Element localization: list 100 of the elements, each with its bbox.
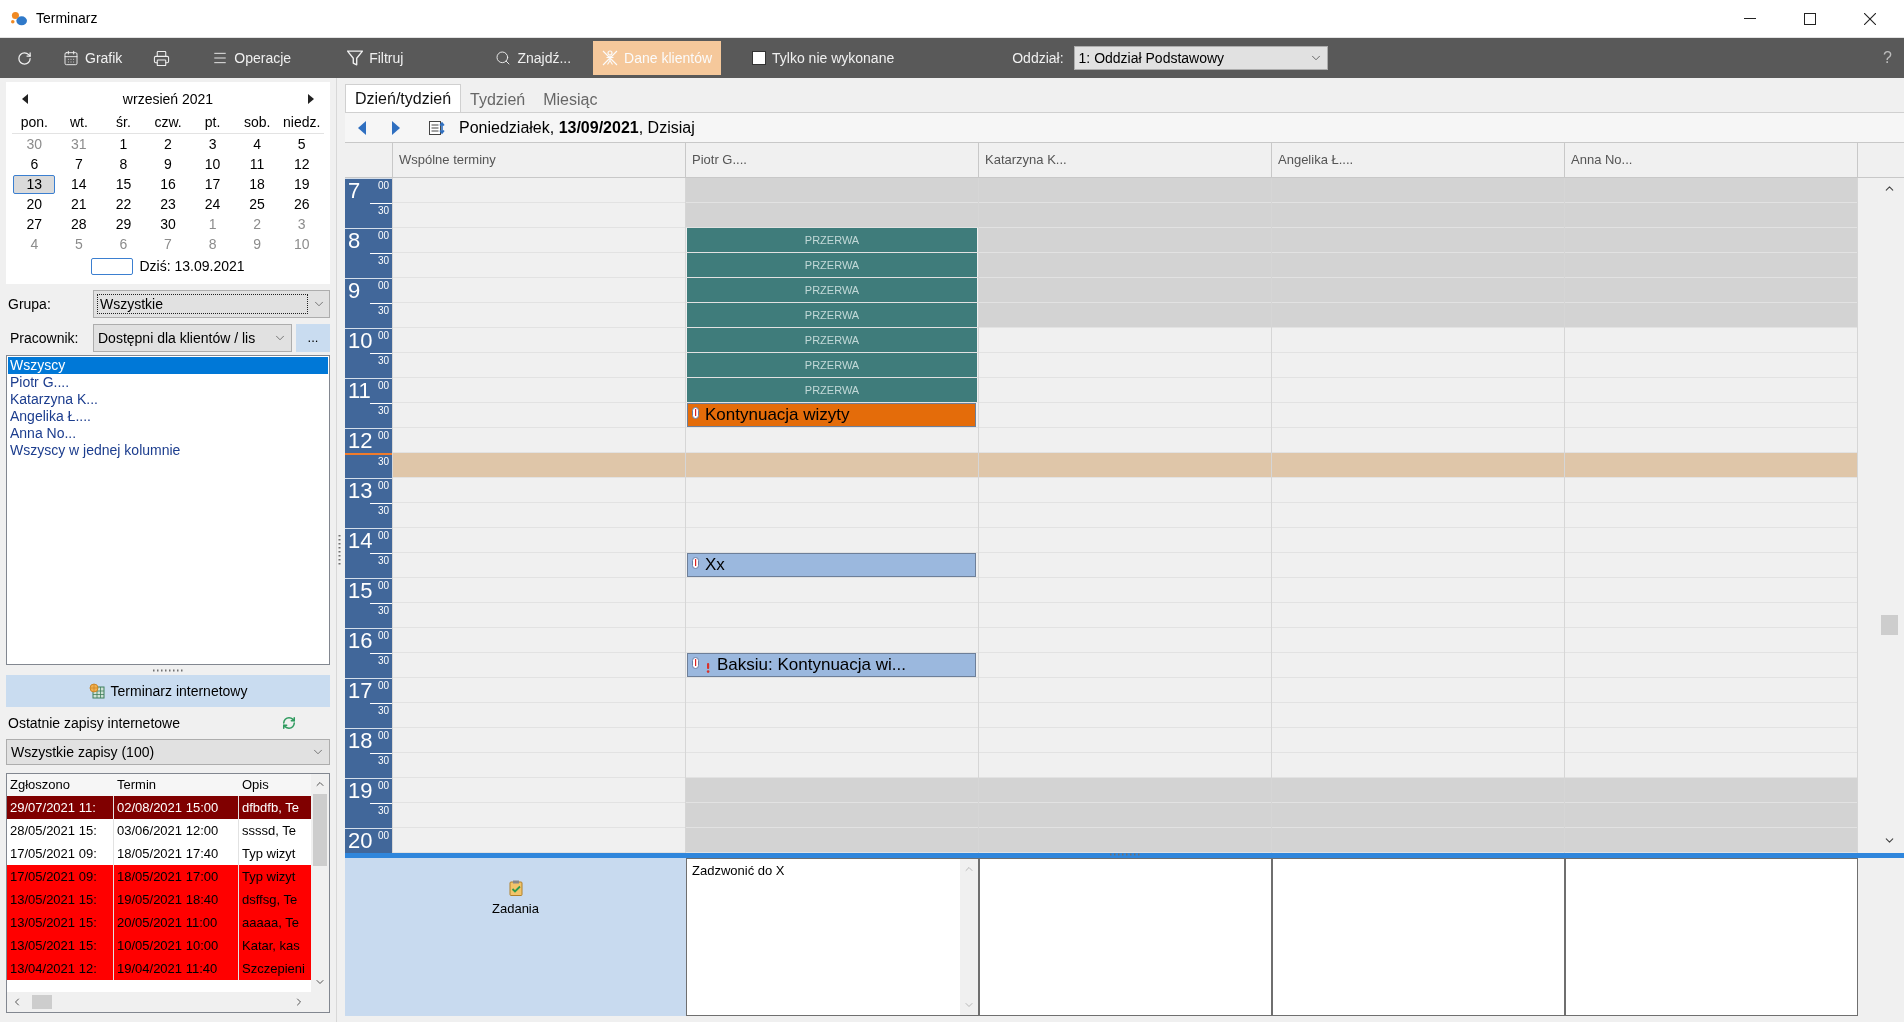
time-slot[interactable] xyxy=(1565,203,1857,228)
time-slot[interactable] xyxy=(1565,453,1857,478)
time-slot[interactable] xyxy=(686,178,978,203)
checkbox[interactable] xyxy=(752,51,767,65)
column-header[interactable]: Katarzyna K... xyxy=(978,143,1271,177)
table-row[interactable]: 13/05/2021 15: 20/05/2021 11:00 aaaaa, Te xyxy=(7,911,311,934)
day-button[interactable]: 16 xyxy=(147,174,189,194)
view-tab[interactable]: Tydzień xyxy=(461,87,535,112)
table-row[interactable]: 13/05/2021 15: 10/05/2021 10:00 Katar, kas xyxy=(7,934,311,957)
time-slot[interactable] xyxy=(1565,803,1857,828)
time-slot[interactable] xyxy=(686,828,978,853)
time-slot[interactable] xyxy=(979,453,1271,478)
time-slot[interactable] xyxy=(979,278,1271,303)
day-button[interactable]: 24 xyxy=(191,194,234,214)
day-button[interactable]: 20 xyxy=(13,194,56,214)
day-button[interactable]: 13 xyxy=(13,174,56,194)
task-list-box[interactable]: Zadzwonić do X xyxy=(686,858,979,1016)
time-slot[interactable] xyxy=(979,228,1271,253)
day-button[interactable]: 23 xyxy=(147,194,189,214)
reload-button[interactable] xyxy=(282,716,296,730)
schedule-button[interactable]: Grafik xyxy=(54,41,132,75)
day-button[interactable]: 17 xyxy=(191,174,234,194)
task-item[interactable]: Zadzwonić do X xyxy=(692,862,955,879)
view-tab[interactable]: Miesiąc xyxy=(534,87,607,112)
day-button[interactable]: 14 xyxy=(57,174,100,194)
scrollbar-thumb[interactable] xyxy=(313,794,327,866)
splitter-handle[interactable] xyxy=(153,668,183,672)
branch-select[interactable]: 1: Oddział Podstawowy xyxy=(1073,46,1328,70)
day-button[interactable]: 28 xyxy=(57,214,100,234)
employee-item[interactable]: Katarzyna K... xyxy=(8,391,328,408)
day-button[interactable]: 12 xyxy=(280,154,323,174)
today-link[interactable]: Dziś: 13.09.2021 xyxy=(139,255,245,277)
splitter-handle[interactable] xyxy=(1109,853,1140,856)
task-list-box[interactable] xyxy=(1272,858,1565,1016)
time-slot[interactable] xyxy=(1565,278,1857,303)
checkbox-label[interactable]: Tylko nie wykonane xyxy=(772,47,895,69)
time-slot[interactable] xyxy=(1565,178,1857,203)
column-header[interactable]: Termin xyxy=(114,774,239,796)
view-tab[interactable]: Dzień/tydzień xyxy=(345,84,462,112)
group-select[interactable]: Wszystkie xyxy=(93,290,330,318)
day-button[interactable]: 21 xyxy=(57,194,100,214)
employee-item[interactable]: Wszyscy w jednej kolumnie xyxy=(8,442,328,459)
column-header[interactable]: Zgłoszono xyxy=(7,774,114,796)
day-button[interactable]: 25 xyxy=(236,194,279,214)
day-button[interactable]: 3 xyxy=(280,214,323,234)
employee-item[interactable]: Anna No... xyxy=(8,425,328,442)
day-button[interactable]: 19 xyxy=(280,174,323,194)
search-button[interactable]: Znajdź... xyxy=(486,41,581,75)
time-slot[interactable] xyxy=(393,453,685,478)
table-row[interactable]: 13/04/2021 12: 19/04/2021 11:40 Szczepieni xyxy=(7,957,311,980)
day-button[interactable]: 30 xyxy=(147,214,189,234)
day-button[interactable]: 9 xyxy=(147,154,189,174)
time-slot[interactable] xyxy=(686,803,978,828)
table-row[interactable]: 17/05/2021 09: 18/05/2021 17:00 Typ wizyt xyxy=(7,865,311,888)
day-button[interactable]: 3 xyxy=(191,134,234,154)
column-header[interactable]: Wspólne terminy xyxy=(392,143,685,177)
time-slot[interactable] xyxy=(1565,253,1857,278)
splitter-handle[interactable] xyxy=(338,535,341,565)
time-slot[interactable] xyxy=(1565,303,1857,328)
table-row[interactable]: 29/07/2021 11: 02/08/2021 15:00 dfbdfb, Te xyxy=(7,796,311,819)
time-slot[interactable] xyxy=(686,203,978,228)
scrollbar-thumb[interactable] xyxy=(1880,615,1898,635)
help-button[interactable]: ? xyxy=(1879,46,1896,70)
day-button[interactable]: 4 xyxy=(236,134,279,154)
day-button[interactable]: 26 xyxy=(280,194,323,214)
time-slot[interactable] xyxy=(979,253,1271,278)
column-header[interactable]: Piotr G.... xyxy=(685,143,978,177)
day-button[interactable]: 27 xyxy=(13,214,56,234)
day-button[interactable]: 9 xyxy=(236,234,279,254)
employee-item[interactable]: Angelika Ł.... xyxy=(8,408,328,425)
day-button[interactable]: 5 xyxy=(280,134,323,154)
table-row[interactable]: 13/05/2021 15: 19/05/2021 18:40 dsffsg, Te xyxy=(7,888,311,911)
time-slot[interactable] xyxy=(1272,453,1564,478)
time-slot[interactable] xyxy=(686,453,978,478)
appointment-block[interactable]: Kontynuacja wizyty xyxy=(687,403,976,427)
time-slot[interactable] xyxy=(1565,828,1857,853)
online-schedule-button[interactable]: Terminarz internetowy xyxy=(6,675,330,707)
day-button[interactable]: 29 xyxy=(102,214,145,234)
column-header[interactable]: Angelika Ł.... xyxy=(1271,143,1564,177)
column-header[interactable]: Opis xyxy=(239,774,311,796)
day-button[interactable]: 2 xyxy=(147,134,189,154)
day-button[interactable]: 22 xyxy=(102,194,145,214)
day-button[interactable]: 15 xyxy=(102,174,145,194)
employee-item[interactable]: Wszyscy xyxy=(8,357,328,374)
time-slot[interactable] xyxy=(1565,778,1857,803)
appointment-block[interactable]: Baksiu: Kontynuacja wi... xyxy=(687,653,976,677)
day-button[interactable]: 30 xyxy=(13,134,56,154)
day-button[interactable]: 6 xyxy=(13,154,56,174)
day-button[interactable]: 8 xyxy=(191,234,234,254)
day-button[interactable]: 10 xyxy=(280,234,323,254)
task-list-box[interactable] xyxy=(979,858,1272,1016)
task-list-box[interactable] xyxy=(1565,858,1858,1016)
time-slot[interactable] xyxy=(1565,228,1857,253)
employee-item[interactable]: Piotr G.... xyxy=(8,374,328,391)
day-button[interactable]: 8 xyxy=(102,154,145,174)
day-button[interactable]: 6 xyxy=(102,234,145,254)
time-slot[interactable] xyxy=(686,778,978,803)
day-button[interactable]: 7 xyxy=(57,154,100,174)
more-button[interactable]: ... xyxy=(296,324,330,352)
operations-button[interactable]: Operacje xyxy=(203,41,301,75)
